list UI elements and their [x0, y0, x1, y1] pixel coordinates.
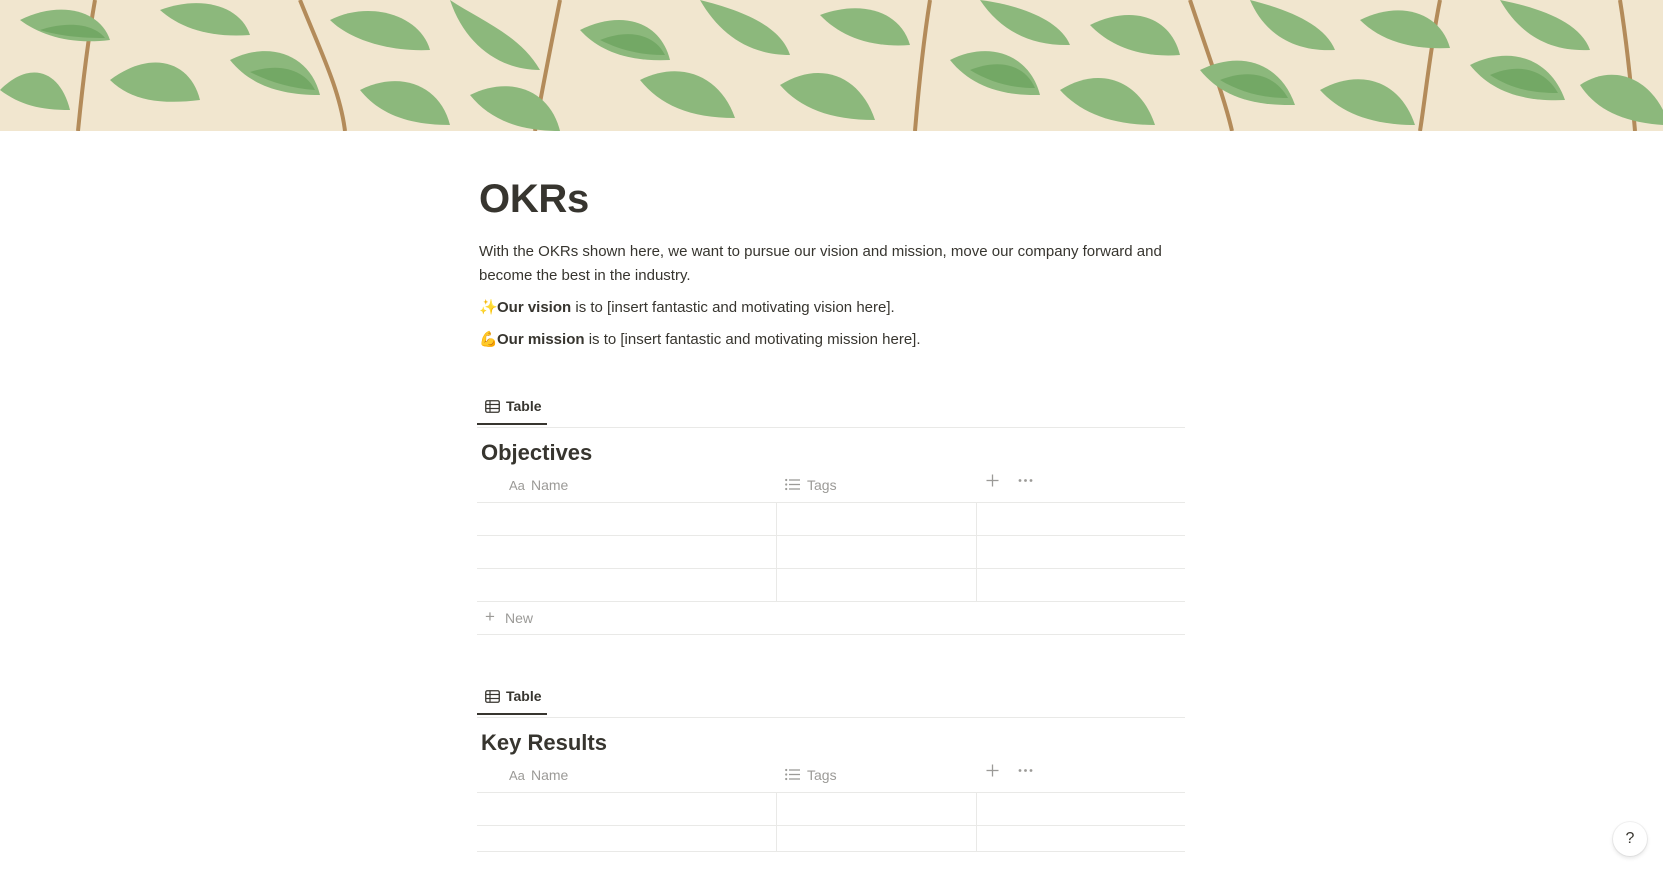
- objectives-new-row-label: New: [505, 610, 534, 626]
- table-row[interactable]: [477, 569, 1185, 601]
- objectives-tags-column-header[interactable]: Tags: [785, 476, 905, 496]
- intro-paragraph: With the OKRs shown here, we want to pur…: [479, 243, 1162, 284]
- text-property-icon: Aa: [509, 768, 525, 783]
- key-results-add-property-plus-icon[interactable]: [986, 764, 999, 782]
- key-results-tags-column-header[interactable]: Tags: [785, 766, 905, 786]
- table-row[interactable]: [477, 826, 1185, 858]
- row-border: [477, 851, 1185, 852]
- objectives-tags-column-label: Tags: [807, 477, 837, 493]
- help-button[interactable]: ?: [1613, 822, 1647, 856]
- text-property-icon: Aa: [509, 478, 525, 493]
- column-divider: [776, 502, 777, 601]
- objectives-tabs-divider: [477, 427, 1185, 428]
- page-cover: [0, 0, 1663, 131]
- objectives-footer-border: [477, 634, 1185, 635]
- vision-text: is to [insert fantastic and motivating v…: [571, 299, 895, 316]
- table-row[interactable]: [477, 503, 1185, 535]
- mission-label: Our mission: [497, 331, 585, 348]
- flexed-biceps-icon: 💪: [479, 331, 498, 348]
- mission-line: 💪Our mission is to [insert fantastic and…: [479, 328, 1185, 352]
- key-results-view-tab[interactable]: Table: [477, 680, 547, 715]
- table-icon: [485, 690, 500, 703]
- objectives-name-column-label: Name: [531, 477, 569, 493]
- objectives-add-property-plus-icon[interactable]: [986, 474, 999, 492]
- key-results-tags-column-label: Tags: [807, 767, 837, 783]
- objectives-new-row-button[interactable]: + New: [477, 602, 1185, 634]
- key-results-title[interactable]: Key Results: [481, 730, 607, 756]
- column-divider: [976, 502, 977, 601]
- objectives-title[interactable]: Objectives: [481, 440, 592, 466]
- table-row[interactable]: [477, 793, 1185, 825]
- vision-line: ✨Our vision is to [insert fantastic and …: [479, 296, 1185, 320]
- vision-label: Our vision: [497, 299, 572, 316]
- key-results-name-column-label: Name: [531, 767, 569, 783]
- objectives-name-column-header[interactable]: Aa Name: [509, 476, 659, 496]
- key-results-more-ellipsis-icon[interactable]: [1018, 764, 1033, 782]
- mission-text: is to [insert fantastic and motivating m…: [584, 331, 921, 348]
- multi-select-icon: [785, 478, 800, 491]
- key-results-tabs-divider: [477, 717, 1185, 718]
- column-divider: [976, 792, 977, 852]
- cover-image: [0, 0, 1663, 131]
- key-results-view-tab-label: Table: [506, 688, 542, 704]
- sparkles-icon: ✨: [479, 299, 498, 316]
- objectives-more-ellipsis-icon[interactable]: [1018, 474, 1033, 492]
- plus-icon: +: [485, 607, 495, 626]
- key-results-name-column-header[interactable]: Aa Name: [509, 766, 659, 786]
- objectives-view-tab[interactable]: Table: [477, 390, 547, 425]
- page-title: OKRs: [479, 177, 589, 221]
- column-divider: [776, 792, 777, 852]
- objectives-view-tab-label: Table: [506, 398, 542, 414]
- table-icon: [485, 400, 500, 413]
- multi-select-icon: [785, 768, 800, 781]
- table-row[interactable]: [477, 536, 1185, 568]
